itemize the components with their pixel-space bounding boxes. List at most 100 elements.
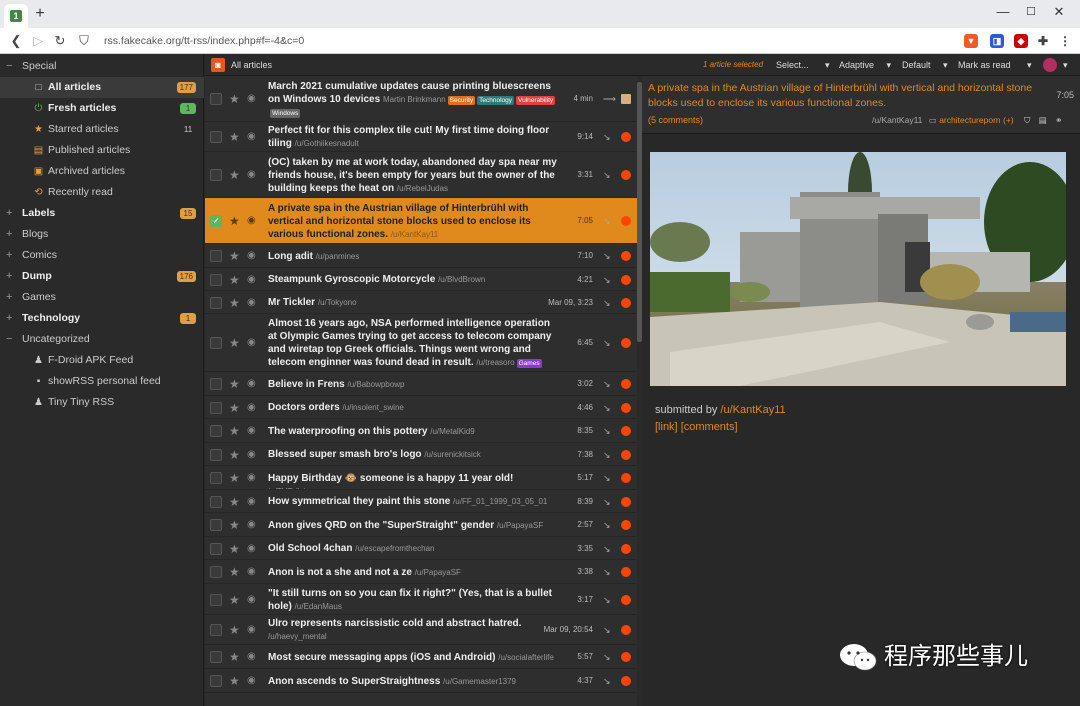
star-icon[interactable]: ★ (229, 496, 241, 508)
headline-title[interactable]: Happy Birthday 🐵 someone is a happy 11 y… (268, 472, 558, 489)
star-icon[interactable]: ★ (229, 93, 241, 105)
reload-icon[interactable]: ↻ (52, 32, 68, 50)
note-icon[interactable]: ▤ (1039, 115, 1047, 125)
star-icon[interactable]: ★ (229, 651, 241, 663)
star-icon[interactable]: ★ (229, 297, 241, 309)
article-feed[interactable]: architectureporn (+) (939, 115, 1013, 125)
headline-title[interactable]: Almost 16 years ago, NSA performed intel… (268, 317, 558, 369)
ublock-icon[interactable]: ◆ (1014, 34, 1028, 48)
rss-icon[interactable]: ◉ (247, 594, 259, 606)
collapse-icon[interactable]: − (6, 329, 16, 350)
headline-row[interactable]: ★ ◉ The waterproofing on this pottery /u/M… (205, 419, 637, 443)
rss-icon[interactable]: ◉ (247, 624, 259, 636)
sidebar-item-tiny-tiny-rss[interactable]: ♟ Tiny Tiny RSS (0, 392, 204, 413)
headline-title[interactable]: Doctors orders /u/insolent_swine (268, 401, 558, 414)
select-checkbox[interactable] (210, 425, 222, 437)
rss-icon[interactable]: ◉ (247, 425, 259, 437)
star-icon[interactable]: ★ (229, 274, 241, 286)
sidebar-item-games[interactable]: + Games (0, 287, 204, 308)
headline-author[interactable]: /u/panmines (316, 252, 360, 261)
headline-row[interactable]: ★ ◉ Almost 16 years ago, NSA performed int… (205, 314, 637, 372)
rss-icon[interactable]: ◉ (247, 496, 259, 508)
sidebar-item-fresh-articles[interactable]: ⏻ Fresh articles 1 (0, 98, 204, 119)
select-checkbox[interactable] (210, 472, 222, 484)
headline-row[interactable]: ★ ◉ Anon is not a she and not a ze /u/Papa… (205, 560, 637, 584)
select-checkbox[interactable] (210, 675, 222, 687)
rss-icon[interactable]: ◉ (247, 169, 259, 181)
headline-title[interactable]: March 2021 cumulative updates cause prin… (268, 80, 558, 119)
headline-author[interactable]: /u/surenickitsick (424, 450, 480, 459)
headline-title[interactable]: Anon ascends to SuperStraightness /u/Gam… (268, 675, 558, 688)
chevron-down-icon[interactable]: ▾ (1063, 54, 1068, 76)
headline-row[interactable]: ★ ◉ Most secure messaging apps (iOS and An… (205, 645, 637, 669)
star-icon[interactable]: ★ (229, 472, 241, 484)
close-window-button[interactable]: ✕ (1046, 3, 1072, 21)
star-icon[interactable]: ★ (229, 594, 241, 606)
sidebar-item-comics[interactable]: + Comics (0, 245, 204, 266)
label-badge[interactable]: Windows (270, 109, 301, 118)
select-checkbox[interactable] (210, 250, 222, 262)
menu-icon[interactable]: ⋮ (1058, 34, 1072, 48)
back-icon[interactable]: ❮ (8, 32, 24, 50)
expand-icon[interactable]: + (6, 287, 16, 308)
rss-icon[interactable]: ◉ (247, 250, 259, 262)
star-icon[interactable]: ★ (229, 250, 241, 262)
headline-row[interactable]: ★ ◉ Ulro represents narcissistic cold and … (205, 615, 637, 645)
select-checkbox[interactable] (210, 496, 222, 508)
submitter-link[interactable]: /u/KantKay11 (720, 404, 785, 416)
rss-icon[interactable]: ◉ (247, 472, 259, 484)
bookmark-icon[interactable]: ⛉ (1024, 115, 1030, 125)
headline-author[interactable]: /u/insolent_swine (342, 403, 403, 412)
select-checkbox[interactable] (210, 624, 222, 636)
minimize-button[interactable]: — (990, 3, 1016, 21)
sidebar-item-uncategorized[interactable]: − Uncategorized (0, 329, 204, 350)
headline-row[interactable]: ★ ◉ (OC) taken by me at work today, abando… (205, 152, 637, 198)
sidebar-item-technology[interactable]: + Technology 1 (0, 308, 204, 329)
select-checkbox[interactable] (210, 274, 222, 286)
sidebar-item-special[interactable]: − Special (0, 56, 204, 77)
sidebar-item-f-droid-apk-feed[interactable]: ♟ F-Droid APK Feed (0, 350, 204, 371)
headline-author[interactable]: /u/haevy_mental (268, 632, 327, 641)
expand-icon[interactable]: + (6, 224, 16, 245)
select-checkbox[interactable] (210, 378, 222, 390)
headline-row[interactable]: ★ ◉ Anon ascends to SuperStraightness /u/G… (205, 669, 637, 693)
rss-icon[interactable]: ◉ (247, 543, 259, 555)
rss-icon[interactable]: ◉ (247, 566, 259, 578)
headline-row[interactable]: ★ ◉ Doctors orders /u/insolent_swine 4:46 ↘ (205, 396, 637, 419)
expand-icon[interactable]: + (6, 203, 16, 224)
headline-title[interactable]: (OC) taken by me at work today, abandone… (268, 156, 558, 195)
user-avatar[interactable] (1043, 58, 1057, 72)
select-checkbox[interactable] (210, 402, 222, 414)
headline-author[interactable]: /u/escapefromthechan (355, 544, 434, 553)
label-badge[interactable]: Games (516, 359, 542, 368)
headline-row[interactable]: ★ ◉ Steampunk Gyroscopic Motorcycle /u/Blv… (205, 268, 637, 291)
headline-row[interactable]: ★ ◉ Old School 4chan /u/escapefromthechan 3… (205, 537, 637, 560)
rss-icon[interactable]: ◉ (247, 449, 259, 461)
headline-title[interactable]: Ulro represents narcissistic cold and ab… (268, 617, 558, 643)
article-comments-link[interactable]: (5 comments) (648, 115, 703, 125)
select-checkbox[interactable] (210, 651, 222, 663)
star-icon[interactable]: ★ (229, 131, 241, 143)
headline-row[interactable]: ★ ◉ Believe in Frens /u/Babowpbowp 3:02 ↘ (205, 372, 637, 396)
sidebar-item-recently-read[interactable]: ⟲ Recently read (0, 182, 204, 203)
headline-title[interactable]: Anon is not a she and not a ze /u/Papaya… (268, 566, 558, 579)
sidebar-item-starred-articles[interactable]: ★ Starred articles 11 (0, 119, 204, 140)
headline-title[interactable]: The waterproofing on this pottery /u/Met… (268, 425, 558, 438)
star-icon[interactable]: ★ (229, 566, 241, 578)
headline-title[interactable]: Steampunk Gyroscopic Motorcycle /u/BlvdB… (268, 273, 558, 286)
headline-author[interactable]: /u/EdanMaus (295, 602, 342, 611)
view-mode-dropdown[interactable]: Adaptive ▾ (839, 54, 891, 76)
star-icon[interactable]: ★ (229, 378, 241, 390)
headline-row[interactable]: ★ ◉ March 2021 cumulative updates cause pr… (205, 76, 637, 122)
headline-author[interactable]: Martin Brinkmann (383, 95, 446, 104)
headline-title[interactable]: A private spa in the Austrian village of… (268, 202, 558, 241)
article-title[interactable]: A private spa in the Austrian village of… (648, 81, 1048, 111)
rss-icon[interactable]: ◉ (247, 378, 259, 390)
rss-icon[interactable]: ◉ (247, 215, 259, 227)
star-icon[interactable]: ★ (229, 449, 241, 461)
headline-author[interactable]: /u/Gamemaster1379 (443, 677, 516, 686)
headline-author[interactable]: /u/treasoro (476, 358, 514, 367)
headline-row[interactable]: ★ ◉ Anon gives QRD on the "SuperStraight" … (205, 513, 637, 537)
select-checkbox[interactable] (210, 93, 222, 105)
select-checkbox[interactable]: ✓ (210, 215, 222, 227)
